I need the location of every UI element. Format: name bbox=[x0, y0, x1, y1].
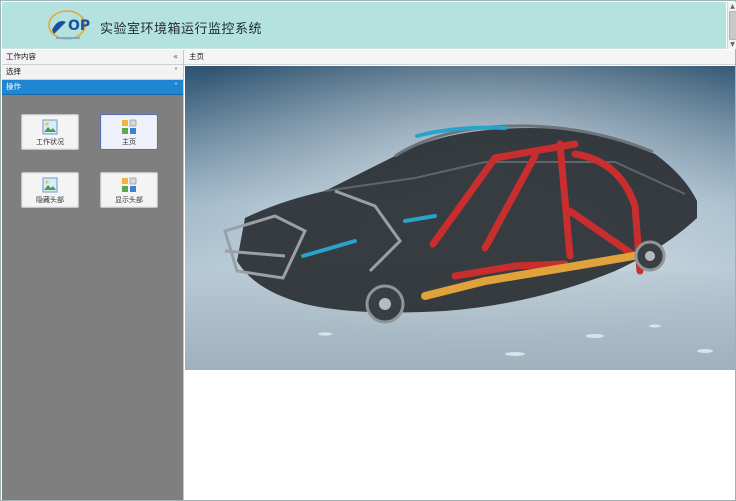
home-grid-icon bbox=[122, 119, 137, 134]
tab-label: 主页 bbox=[189, 52, 204, 61]
op-logo-icon: OP bbox=[48, 10, 90, 40]
home-grid-icon bbox=[122, 177, 137, 192]
tile-label: 工作状况 bbox=[36, 138, 64, 146]
hide-header-button[interactable]: 隐藏头部 bbox=[21, 172, 79, 208]
section-operation[interactable]: 操作 ˄ bbox=[2, 80, 183, 95]
car-body-frame-illustration bbox=[185, 66, 735, 370]
section-label: 工作内容 bbox=[6, 52, 36, 61]
scroll-up-icon[interactable]: ▲ bbox=[728, 2, 736, 11]
page-scrollbar[interactable]: ▲ ▼ bbox=[727, 2, 736, 49]
show-header-button[interactable]: 显示头部 bbox=[100, 172, 158, 208]
image-icon bbox=[42, 119, 58, 135]
tile-label: 隐藏头部 bbox=[36, 196, 64, 204]
main-content: 主页 bbox=[184, 50, 735, 500]
home-button[interactable]: 主页 bbox=[100, 114, 158, 150]
work-status-button[interactable]: 工作状况 bbox=[21, 114, 79, 150]
tile-label: 主页 bbox=[122, 138, 136, 146]
logo-text: OP bbox=[68, 18, 90, 34]
collapse-left-icon[interactable]: « bbox=[173, 50, 178, 64]
section-work-content[interactable]: 工作内容 « bbox=[2, 50, 183, 65]
section-select[interactable]: 选择 ˅ bbox=[2, 65, 183, 80]
scroll-down-icon[interactable]: ▼ bbox=[728, 40, 736, 49]
left-panel: 工作内容 « 选择 ˅ 操作 ˄ 工作状况 主页 隐藏头部 显示头部 bbox=[2, 50, 184, 500]
tab-home[interactable]: 主页 bbox=[184, 50, 735, 65]
app-title: 实验室环境箱运行监控系统 bbox=[100, 22, 263, 37]
app-header: OP 实验室环境箱运行监控系统 bbox=[2, 2, 726, 49]
image-icon bbox=[42, 177, 58, 193]
collapse-up-icon[interactable]: ˄ bbox=[174, 80, 178, 94]
section-label: 选择 bbox=[6, 67, 21, 76]
section-label: 操作 bbox=[6, 82, 21, 91]
app-window: OP 实验室环境箱运行监控系统 ▲ ▼ 工作内容 « 选择 ˅ 操作 ˄ 工作状… bbox=[0, 0, 736, 501]
tile-label: 显示头部 bbox=[115, 196, 143, 204]
expand-down-icon[interactable]: ˅ bbox=[174, 65, 178, 79]
scroll-thumb[interactable] bbox=[729, 11, 736, 40]
